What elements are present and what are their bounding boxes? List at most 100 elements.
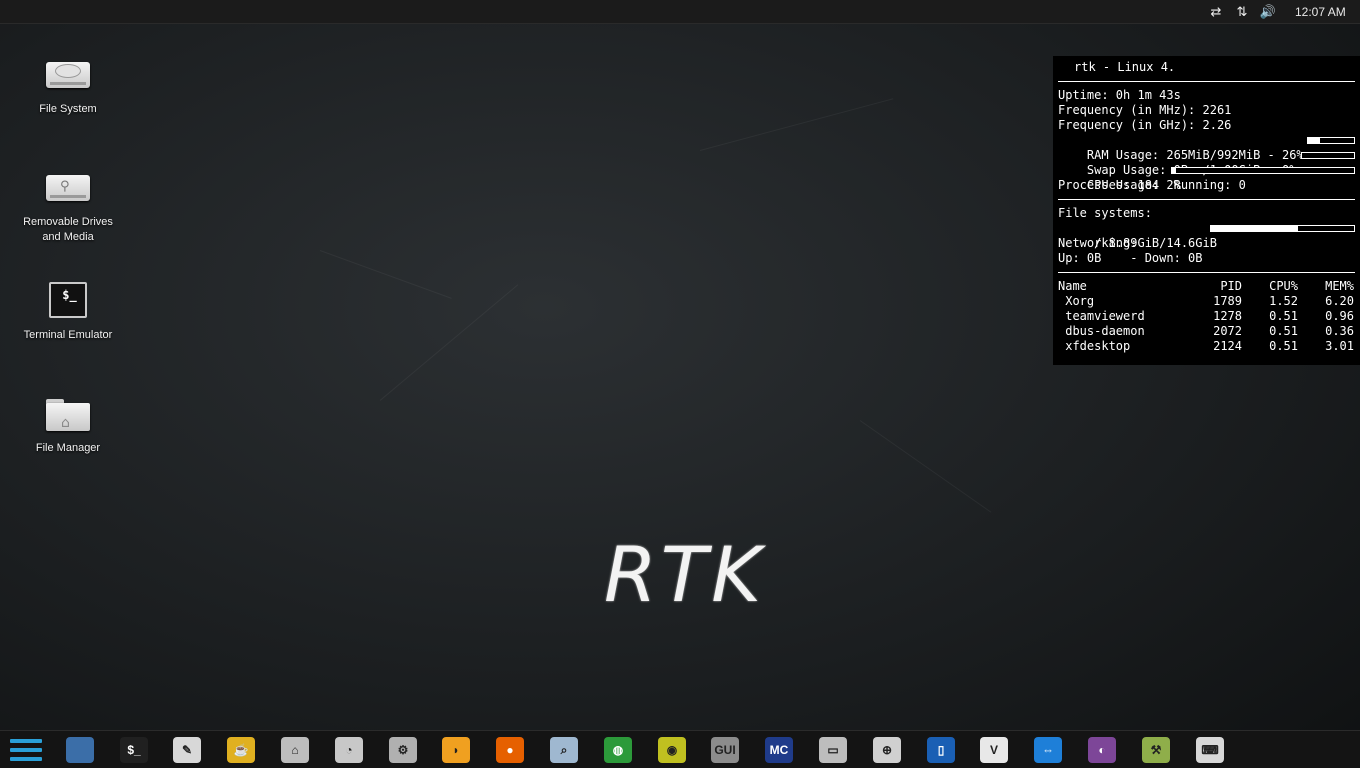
desktop-icon-label: Removable Drives and Media xyxy=(23,216,113,243)
settings-tools-icon[interactable]: ⚙ xyxy=(387,735,419,765)
networking-speeds: Up: 0B - Down: 0B xyxy=(1058,251,1203,265)
network-transfer-icon[interactable]: ⇅ xyxy=(1231,0,1253,24)
usb-drive-icon: ⚲ xyxy=(43,165,93,209)
process-cpu: 1.52 xyxy=(1269,294,1298,308)
cpu-usage: CPU Usage: 2% xyxy=(1058,163,1355,192)
process-pid: 2124 xyxy=(1213,339,1242,353)
terminal-icon: $_ xyxy=(43,278,93,322)
crosshair-icon[interactable]: ⊕ xyxy=(871,735,903,765)
network-tool-icon[interactable]: ⚒ xyxy=(1140,735,1172,765)
file-system-root-bar xyxy=(1210,225,1355,232)
show-desktop-icon[interactable] xyxy=(64,735,96,765)
disk-utility-icon-glyph: ◍ xyxy=(604,737,632,763)
terminal-icon[interactable]: $_ xyxy=(118,735,150,765)
settings-tools-icon-glyph: ⚙ xyxy=(389,737,417,763)
header-cpu: CPU% xyxy=(1269,279,1298,293)
eye-target-icon[interactable]: ◉ xyxy=(656,735,688,765)
wallpaper-scratch xyxy=(379,284,519,401)
file-manager-icon-glyph: ⌂ xyxy=(281,737,309,763)
uptime: Uptime: 0h 1m 43s xyxy=(1058,88,1181,102)
conky-separator xyxy=(1058,272,1355,273)
eye-target-icon-glyph: ◉ xyxy=(658,737,686,763)
desktop-icon-file-system[interactable]: File System xyxy=(13,52,123,117)
conky-title: rtk - Linux 4. xyxy=(1074,60,1176,74)
process-table-header: Name PID CPU% MEM% xyxy=(1058,279,1355,294)
process-mem: 6.20 xyxy=(1325,294,1354,308)
vpn-shield-icon[interactable]: ◗ xyxy=(440,735,472,765)
process-pid: 1278 xyxy=(1213,309,1242,323)
process-name: teamviewerd xyxy=(1058,309,1145,323)
swap-usage-bar xyxy=(1301,152,1355,159)
process-name: xfdesktop xyxy=(1058,339,1131,353)
menu-icon[interactable] xyxy=(10,735,42,765)
wallpaper-logo: RTK xyxy=(604,530,766,619)
vnc-viewer-icon[interactable]: V xyxy=(978,735,1010,765)
text-editor-icon[interactable]: ✎ xyxy=(171,735,203,765)
teapot-icon-glyph: ☕ xyxy=(227,737,255,763)
hard-drive-icon[interactable]: ▭ xyxy=(817,735,849,765)
clock[interactable]: 12:07 AM xyxy=(1295,5,1357,19)
process-mem: 3.01 xyxy=(1325,339,1354,353)
ram-usage: RAM Usage: 265MiB/992MiB - 26% xyxy=(1058,133,1355,162)
disk-utility-icon[interactable]: ◍ xyxy=(602,735,634,765)
search-magnifier-icon[interactable]: ⌕ xyxy=(548,735,580,765)
midnight-commander-icon[interactable]: MC xyxy=(763,735,795,765)
process-name: dbus-daemon xyxy=(1058,324,1145,338)
process-mem: 0.96 xyxy=(1325,309,1354,323)
process-cpu: 0.51 xyxy=(1269,324,1298,338)
conky-separator xyxy=(1058,81,1355,82)
desktop-icon-file-manager[interactable]: ⌂ File Manager xyxy=(13,391,123,456)
process-pid: 1789 xyxy=(1213,294,1242,308)
keyboard-icon-glyph: ⌨ xyxy=(1196,737,1224,763)
teapot-icon[interactable]: ☕ xyxy=(225,735,257,765)
teamviewer-icon[interactable]: ⇔ xyxy=(1032,735,1064,765)
gui-tool-icon[interactable]: GUI xyxy=(709,735,741,765)
hard-disk-icon xyxy=(43,52,93,96)
gui-tool-icon-glyph: GUI xyxy=(711,737,739,763)
file-system-root: / 8.89GiB/14.6GiB xyxy=(1058,221,1355,250)
file-systems-title: File systems: xyxy=(1058,206,1152,220)
wallpaper-scratch xyxy=(859,420,992,513)
system-tray: ⇄ ⇅ 🔊 12:07 AM xyxy=(1201,0,1360,24)
bottom-dock: $_ ✎ ☕ ⌂ ◔ ⚙ ◗ ● ⌕ ◍ ◉ GUI MC ▭ ⊕ ▯ V ⇔ ◐ ⚒ ⌨ xyxy=(0,730,1360,768)
desktop-icon-label: File System xyxy=(39,103,97,115)
frequency-mhz: Frequency (in MHz): 2261 xyxy=(1058,103,1232,117)
desktop-icon-label: Terminal Emulator xyxy=(23,329,113,341)
phone-tool-icon[interactable]: ▯ xyxy=(925,735,957,765)
firefox-icon-glyph: ● xyxy=(496,737,524,763)
tor-onion-icon[interactable]: ◐ xyxy=(1086,735,1118,765)
desktop-icon-removable-drives[interactable]: ⚲ Removable Drives and Media xyxy=(13,165,123,245)
terminal-icon-glyph: $_ xyxy=(120,737,148,763)
firefox-icon[interactable]: ● xyxy=(494,735,526,765)
volume-icon[interactable]: 🔊 xyxy=(1257,0,1279,24)
top-panel: ⇄ ⇅ 🔊 12:07 AM xyxy=(0,0,1360,24)
search-magnifier-icon-glyph: ⌕ xyxy=(550,737,578,763)
process-cpu: 0.51 xyxy=(1269,339,1298,353)
menu-lines xyxy=(10,737,42,763)
disk-usage-icon[interactable]: ◔ xyxy=(333,735,365,765)
crosshair-icon-glyph: ⊕ xyxy=(873,737,901,763)
process-mem: 0.36 xyxy=(1325,324,1354,338)
process-row: xfdesktop 2124 0.51 3.01 xyxy=(1058,339,1355,354)
file-manager-icon[interactable]: ⌂ xyxy=(279,735,311,765)
desktop-icon-terminal-emulator[interactable]: $_ Terminal Emulator xyxy=(13,278,123,343)
keyboard-icon[interactable]: ⌨ xyxy=(1194,735,1226,765)
conky-separator xyxy=(1058,199,1355,200)
disk-usage-icon-glyph: ◔ xyxy=(335,737,363,763)
teamviewer-icon-glyph: ⇔ xyxy=(1034,737,1062,763)
vpn-shield-icon-glyph: ◗ xyxy=(442,737,470,763)
network-wired-icon[interactable]: ⇄ xyxy=(1205,0,1227,24)
home-folder-icon: ⌂ xyxy=(43,391,93,435)
swap-usage: Swap Usage: 0B /1.00GiB - 0% xyxy=(1058,148,1355,177)
conky-system-monitor: rtk - Linux 4. Uptime: 0h 1m 43s Frequen… xyxy=(1053,56,1360,365)
processes: Processes: 184 Running: 0 xyxy=(1058,178,1246,192)
frequency-ghz: Frequency (in GHz): 2.26 xyxy=(1058,118,1232,132)
network-tool-icon-glyph: ⚒ xyxy=(1142,737,1170,763)
text-editor-icon-glyph: ✎ xyxy=(173,737,201,763)
wallpaper-scratch xyxy=(319,250,452,299)
networking-title: Networking: xyxy=(1058,236,1138,250)
process-pid: 2072 xyxy=(1213,324,1242,338)
header-name: Name xyxy=(1058,279,1087,293)
desktop-icon-label: File Manager xyxy=(35,442,101,454)
process-row: teamviewerd 1278 0.51 0.96 xyxy=(1058,309,1355,324)
